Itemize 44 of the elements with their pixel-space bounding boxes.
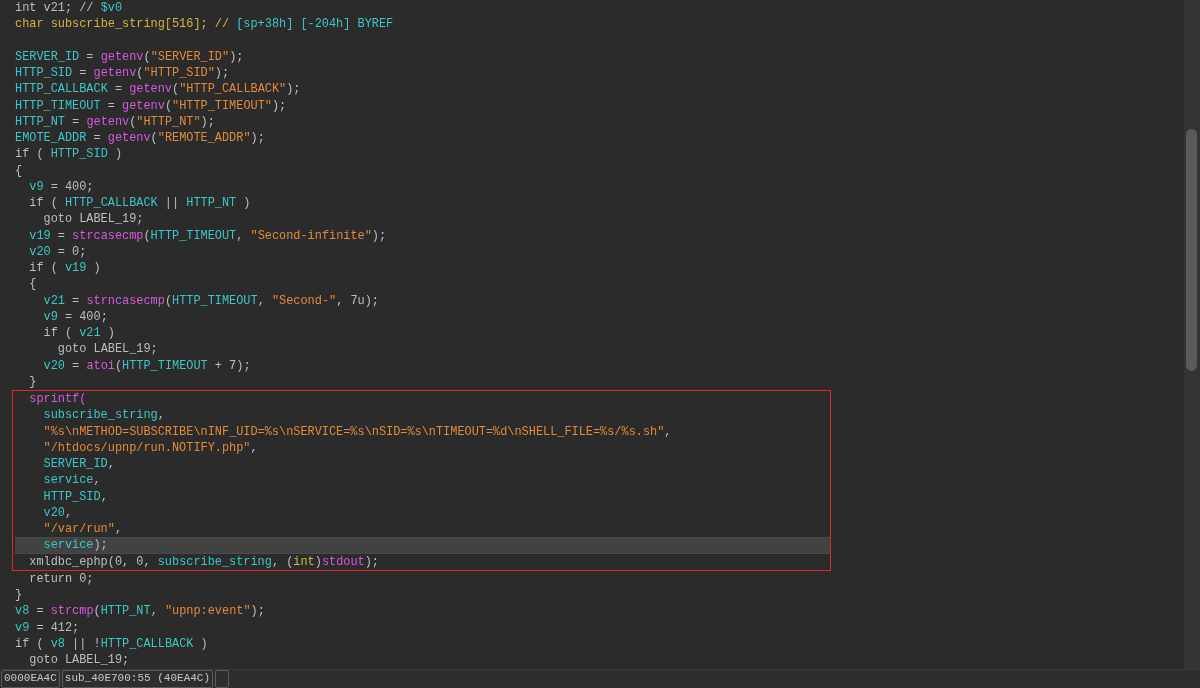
address-field: 0000EA4C [1, 670, 60, 688]
code-line: if ( v8 || !HTTP_CALLBACK ) [15, 635, 209, 652]
code-line: } [15, 587, 24, 604]
code-line: if ( v19 ) [28, 260, 102, 277]
code-line: { [28, 276, 38, 293]
code-line: subscribe_string, [42, 407, 166, 424]
code-line: v20 = atoi(HTTP_TIMEOUT + 7); [42, 357, 252, 374]
code-line: SERVER_ID, [42, 456, 116, 473]
code-line: goto LABEL_19; [42, 211, 145, 228]
code-line: HTTP_CALLBACK = getenv("HTTP_CALLBACK"); [15, 81, 302, 98]
code-line: HTTP_SID = getenv("HTTP_SID"); [15, 65, 231, 82]
code-line: goto LABEL_19; [28, 652, 131, 669]
code-line: return 0; [28, 570, 95, 587]
code-line: v19 = strcasecmp(HTTP_TIMEOUT, "Second-infinite"); [28, 227, 388, 244]
code-line: v8 = strcmp(HTTP_NT, "upnp:event"); [15, 603, 266, 620]
code-line: "/htdocs/upnp/run.NOTIFY.php", [42, 439, 259, 456]
code-line: v9 = 400; [28, 178, 95, 195]
code-line: } [28, 373, 38, 390]
code-line: int v21; // $v0 [15, 0, 124, 17]
code-line: xmldbc_ephp(0, 0, subscribe_string, (int)stdout); [28, 553, 380, 570]
scrollbar[interactable] [1184, 0, 1200, 669]
code-line: EMOTE_ADDR = getenv("REMOTE_ADDR"); [15, 130, 266, 147]
code-line: v9 = 412; [15, 619, 81, 636]
code-line: v9 = 400; [42, 308, 109, 325]
code-line: HTTP_NT = getenv("HTTP_NT"); [15, 113, 216, 130]
code-line: v20 = 0; [28, 243, 88, 260]
code-line: if ( v21 ) [42, 325, 116, 342]
code-line: goto LABEL_19; [56, 341, 159, 358]
code-line: { [15, 162, 24, 179]
status-segment [215, 670, 230, 688]
code-line: v21 = strncasecmp(HTTP_TIMEOUT, "Second-", 7u); [42, 292, 380, 309]
code-line: HTTP_TIMEOUT = getenv("HTTP_TIMEOUT"); [15, 97, 288, 114]
code-line: if ( HTTP_SID ) [15, 146, 124, 163]
code-line: service, [42, 472, 102, 489]
code-line: char subscribe_string[516]; // [sp+38h] [-204h] BYREF [15, 16, 395, 33]
code-line: SERVER_ID = getenv("SERVER_ID"); [15, 48, 245, 65]
code-line: v20, [42, 504, 74, 521]
location-field: sub_40E700:55 (40EA4C) [61, 670, 214, 688]
scrollbar-thumb[interactable] [1186, 129, 1197, 371]
code-line: if ( HTTP_CALLBACK || HTTP_NT ) [28, 195, 252, 212]
code-line: HTTP_SID, [42, 488, 109, 505]
code-line: "%s\nMETHOD=SUBSCRIBE\nINF_UID=%s\nSERVICE=%s\nSID=%s\nTIMEOUT=%d\nSHELL_FILE=%s/%s.sh", [42, 423, 673, 440]
code-line: "/var/run", [42, 521, 124, 538]
code-line: sprintf( [28, 391, 88, 408]
